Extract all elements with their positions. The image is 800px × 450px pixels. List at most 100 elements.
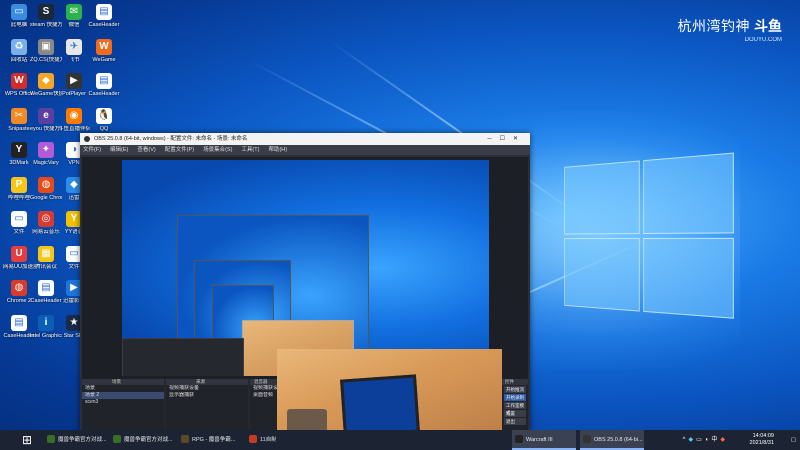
clock-time: 14:04:09 xyxy=(752,433,774,439)
taskbar-clock[interactable]: 14:04:09 2021/8/31 xyxy=(750,433,774,447)
desktop-icon[interactable]: W WeGame xyxy=(88,38,120,63)
obs-title-bar[interactable]: OBS 25.0.8 (64-bit, windows) - 配置文件: 未命名… xyxy=(80,133,530,145)
watermark-url: DOUYU.COM xyxy=(744,37,782,43)
obs-menu-item[interactable]: 编辑(E) xyxy=(110,147,128,153)
desktop-icon[interactable]: ✈ 飞书 xyxy=(58,38,90,63)
obs-menu-item[interactable]: 帮助(H) xyxy=(268,147,287,153)
app-icon: ◆ xyxy=(38,73,54,89)
desktop-icon-label: CaseHeader xyxy=(88,91,120,97)
sources-item[interactable]: 显示器捕获 xyxy=(166,392,248,399)
close-icon[interactable]: ✕ xyxy=(513,136,526,142)
app-icon: ▭ xyxy=(11,4,27,20)
taskbar-item[interactable]: RPG - 魔兽争霸... xyxy=(178,430,242,450)
app-icon: ▶ xyxy=(66,73,82,89)
tray-app-icon[interactable]: ◆ xyxy=(720,437,728,443)
app-icon: ◍ xyxy=(38,176,54,193)
controls-item[interactable]: 设置 xyxy=(504,410,526,417)
obs-menu-item[interactable]: 配置文件(P) xyxy=(165,147,194,153)
app-icon xyxy=(515,435,523,444)
window-controls[interactable]: ─☐✕ xyxy=(487,133,526,145)
desktop-icon[interactable]: ▶ PotPlayer xyxy=(58,73,90,97)
windows-start-icon[interactable]: ⊞ xyxy=(22,434,34,446)
obs-menu-bar: 文件(F) 编辑(E) 查看(V) 配置文件(P) 场景集合(S) 工具(T) 帮助(H) xyxy=(80,145,530,155)
taskbar-item[interactable]: Warcraft III xyxy=(512,430,576,450)
desktop-icon[interactable]: ▤ CaseHeader xyxy=(88,73,120,97)
maximize-icon[interactable]: ☐ xyxy=(500,136,513,142)
controls-item[interactable]: 开始录制 xyxy=(504,394,526,401)
taskbar-item-label: 魔兽争霸官方对战... xyxy=(124,437,173,443)
app-icon: ♻ xyxy=(11,38,27,55)
app-icon: 🐧 xyxy=(96,107,112,124)
taskbar: ⊞ 魔兽争霸官方对战... 魔兽争霸官方对战... RPG - 魔兽争霸... 11自… xyxy=(0,430,800,450)
taskbar-item-label: Warcraft III xyxy=(526,437,553,443)
desktop-icon[interactable]: ✉ 微信 xyxy=(58,4,90,28)
obs-app-icon xyxy=(84,136,90,142)
app-icon: ▤ xyxy=(11,314,27,331)
app-icon: ◎ xyxy=(38,211,54,227)
controls-item[interactable]: 开始推流 xyxy=(504,386,526,393)
tray-icons[interactable]: ^◆▭◖中◆ xyxy=(683,430,728,450)
controls-dock: 开始推流开始录制工作室模式设置退出 xyxy=(502,385,528,433)
app-icon xyxy=(249,435,257,444)
app-icon xyxy=(181,435,189,444)
douyu-logo: 斗鱼 xyxy=(754,18,782,34)
network-icon[interactable]: ▭ xyxy=(696,437,705,443)
nested-obs-lower xyxy=(122,338,244,376)
controls-item[interactable]: 退出 xyxy=(504,418,526,425)
app-icon: e xyxy=(38,107,54,124)
app-icon: Y xyxy=(11,142,27,158)
app-icon: ▤ xyxy=(38,280,54,296)
watermark-text: 杭州湾钓神 xyxy=(677,18,750,34)
taskbar-item-label: OBS 25.0.8 (64-bi... xyxy=(594,437,643,443)
douyu-watermark: 杭州湾钓神 斗鱼 DOUYU.COM xyxy=(678,16,783,43)
obs-preview-area[interactable] xyxy=(82,157,528,379)
app-icon: W xyxy=(96,38,112,55)
controls-item[interactable]: 工作室模式 xyxy=(504,402,526,415)
app-icon xyxy=(113,435,121,444)
desktop-icon-label: PotPlayer xyxy=(62,91,86,97)
app-icon: W xyxy=(11,73,27,89)
minimize-icon[interactable]: ─ xyxy=(487,136,499,142)
taskbar-item[interactable]: 11自制... xyxy=(246,430,276,450)
taskbar-item[interactable]: OBS 25.0.8 (64-bi... xyxy=(580,430,644,450)
desktop-icon-label: 飞书 xyxy=(68,56,80,63)
desktop-icon[interactable]: 🐧 QQ xyxy=(88,107,120,132)
obs-preview-screen[interactable] xyxy=(122,160,489,376)
taskbar-item[interactable]: 魔兽争霸官方对战... xyxy=(44,430,108,450)
desktop-icon-label: CaseHeader xyxy=(88,22,120,28)
obs-menu-item[interactable]: 查看(V) xyxy=(137,147,155,153)
clock-date: 2021/8/31 xyxy=(749,440,774,446)
obs-menu-item[interactable]: 文件(F) xyxy=(83,147,101,153)
app-icon: ◍ xyxy=(11,280,27,296)
app-icon: ▤ xyxy=(96,4,112,20)
taskbar-item[interactable]: 魔兽争霸官方对战... xyxy=(110,430,174,450)
scenes-dock: 场景 场景 2 scen3 xyxy=(82,385,164,433)
desktop-icon-label: QQ xyxy=(99,125,109,132)
taskbar-item-label: RPG - 魔兽争霸... xyxy=(192,437,236,443)
obs-menu-item[interactable]: 工具(T) xyxy=(241,147,259,153)
scenes-item[interactable]: 场景 2 xyxy=(82,392,164,399)
app-icon: P xyxy=(11,176,27,193)
scenes-item[interactable]: scen3 xyxy=(82,399,164,406)
app-icon xyxy=(47,435,55,444)
scenes-item[interactable]: 场景 xyxy=(82,385,164,392)
tray-app-icon[interactable]: ◆ xyxy=(688,437,696,443)
windows-logo-wallpaper xyxy=(564,152,742,329)
obs-title-text: OBS 25.0.8 (64-bit, windows) - 配置文件: 未命名… xyxy=(94,136,248,142)
app-icon xyxy=(583,435,591,444)
monitor-in-camera xyxy=(340,374,420,438)
desktop-icon-label: 微信 xyxy=(68,22,80,28)
desktop-icon-label: 斗鱼直播伴侣 xyxy=(58,125,90,132)
desktop-icon[interactable]: ◉ 斗鱼直播伴侣 xyxy=(58,107,90,132)
app-icon: ◉ xyxy=(66,107,82,124)
app-icon: i xyxy=(38,314,54,331)
sources-item[interactable]: 视频捕获设备 xyxy=(166,385,248,392)
notification-icon[interactable]: ▢ xyxy=(791,430,796,450)
taskbar-item-label: 魔兽争霸官方对战... xyxy=(58,437,107,443)
app-icon: ▤ xyxy=(96,73,112,89)
desktop-icon[interactable]: ▤ CaseHeader xyxy=(88,4,120,28)
app-icon: ✦ xyxy=(38,142,54,158)
sources-dock: 视频捕获设备 显示器捕获 xyxy=(166,385,248,433)
app-icon: ▭ xyxy=(11,211,27,227)
obs-menu-item[interactable]: 场景集合(S) xyxy=(203,147,232,153)
